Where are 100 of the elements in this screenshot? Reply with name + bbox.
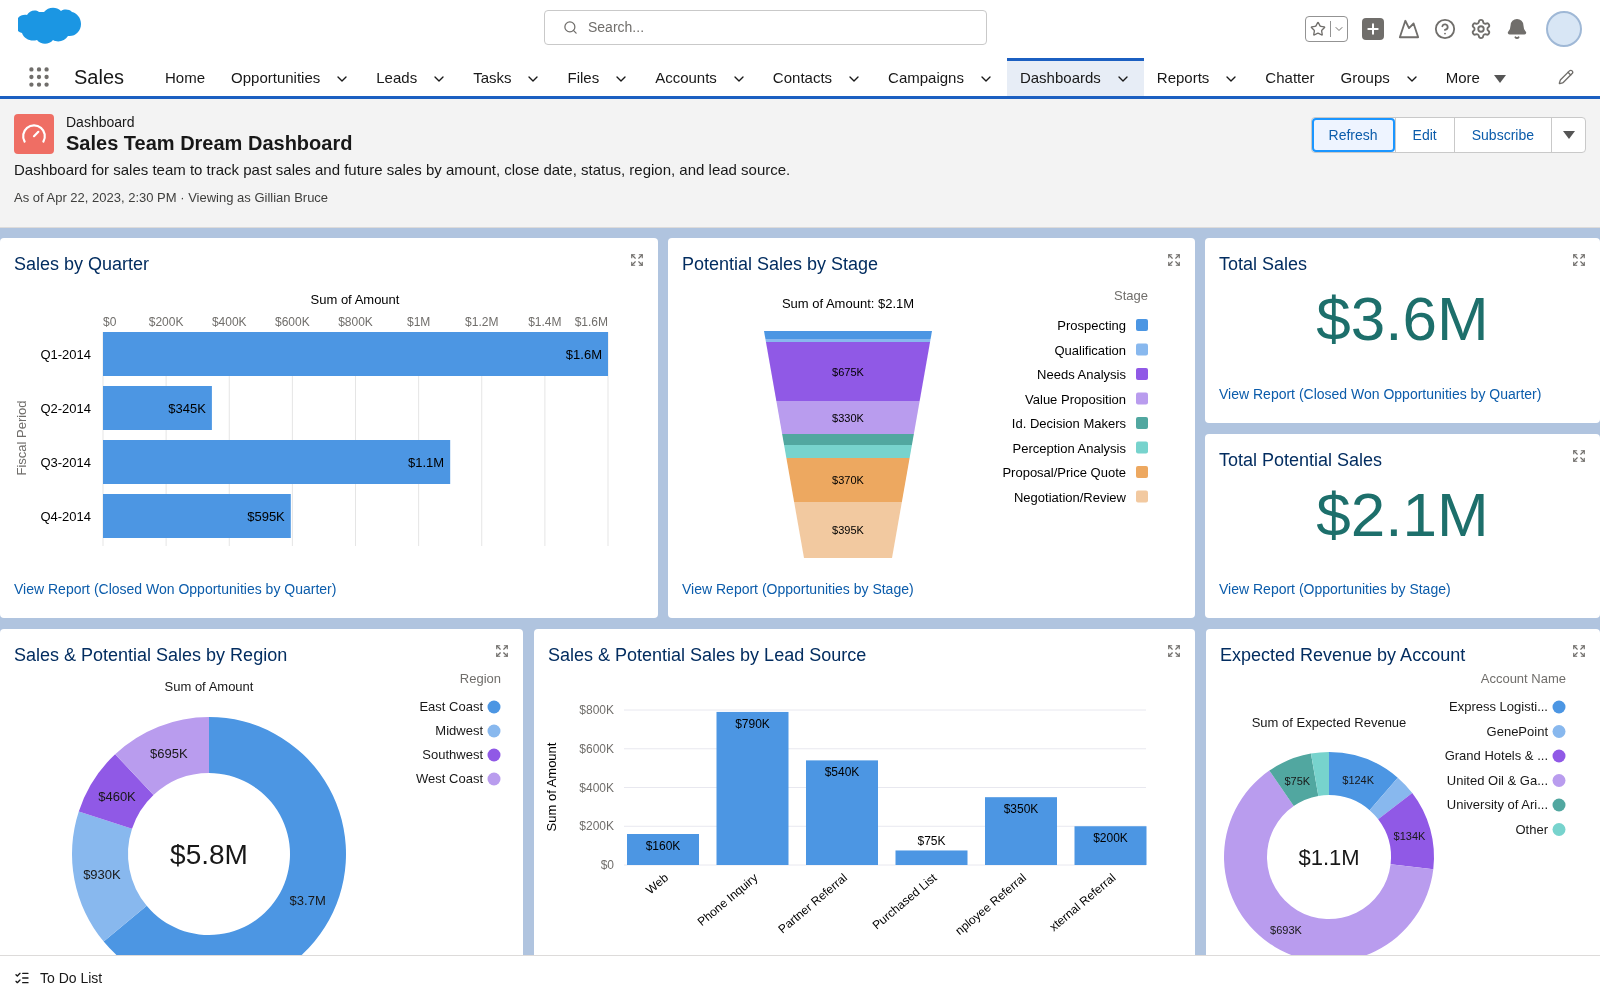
- legend-label: Southwest: [422, 747, 483, 762]
- slice-value-label: $124K: [1342, 773, 1375, 786]
- nav-tab[interactable]: Leads: [363, 58, 461, 96]
- favorites-button[interactable]: [1305, 16, 1348, 42]
- expand-icon[interactable]: [1167, 644, 1181, 658]
- nav-tab[interactable]: Groups: [1327, 58, 1433, 96]
- nav-tab[interactable]: Opportunities: [218, 58, 364, 96]
- nav-tab[interactable]: Accounts: [642, 58, 760, 96]
- nav-tab[interactable]: More: [1432, 58, 1519, 96]
- card-title: Sales & Potential Sales by Lead Source: [548, 644, 867, 667]
- help-icon[interactable]: [1434, 18, 1456, 40]
- slice-value-label: $3.7M: [289, 893, 326, 909]
- nav-tab[interactable]: Files: [554, 58, 643, 96]
- y-tick-label: $400K: [579, 780, 614, 795]
- task-list-icon: [14, 970, 30, 986]
- header-button[interactable]: Subscribe: [1453, 118, 1551, 152]
- edit-icon[interactable]: [1558, 69, 1574, 85]
- slice-value-label: $930K: [83, 867, 121, 883]
- as-of-text: As of Apr 22, 2023, 2:30 PM · Viewing as Gillian Bruce: [14, 188, 330, 207]
- segment-value-label: $330K: [832, 411, 864, 424]
- metric-value: $3.6M: [1315, 284, 1490, 354]
- legend-label: GenePoint: [1486, 723, 1548, 739]
- bar: [627, 834, 699, 865]
- donut-total: $1.1M: [1298, 844, 1360, 870]
- bar-value-label: $1.1M: [408, 455, 445, 470]
- nav-tab[interactable]: Dashboards: [1006, 58, 1144, 96]
- legend-label: West Coast: [416, 771, 483, 786]
- search-icon: [563, 20, 578, 35]
- legend-label: Value Proposition: [1025, 391, 1126, 407]
- caret-icon: [1493, 74, 1506, 83]
- x-tick-label: $1.4M: [528, 315, 562, 329]
- metric-value: $2.1M: [1315, 479, 1490, 550]
- category-label: Q3-2014: [40, 455, 91, 470]
- bar-value-label: $345K: [168, 401, 206, 416]
- legend-label: Id. Decision Makers: [1011, 416, 1126, 431]
- x-tick-label: $1M: [406, 315, 431, 329]
- legend-label: Grand Hotels & ...: [1444, 748, 1548, 763]
- add-icon[interactable]: [1362, 18, 1384, 40]
- legend-label: Negotiation/Review: [1014, 489, 1126, 505]
- card-title: Total Sales: [1219, 253, 1308, 276]
- view-report-link[interactable]: View Report (Opportunities by Stage): [1205, 579, 1600, 618]
- slice-value-label: $695K: [150, 745, 188, 761]
- bar-value-label: $540K: [824, 765, 860, 780]
- legend-label: Perception Analysis: [1012, 440, 1126, 456]
- legend-label: United Oil & Ga...: [1446, 772, 1548, 788]
- app-launcher-icon[interactable]: [26, 64, 52, 90]
- legend-label: University of Ari...: [1446, 797, 1548, 812]
- search-input[interactable]: Search...: [588, 17, 968, 38]
- x-tick-label: $0: [103, 315, 117, 329]
- nav-tab[interactable]: Reports: [1143, 58, 1253, 96]
- expand-icon[interactable]: [1572, 448, 1586, 463]
- nav-tab[interactable]: Home: [152, 58, 219, 96]
- nav-tab[interactable]: Tasks: [460, 58, 555, 96]
- card-title: Sales & Potential Sales by Region: [14, 644, 288, 667]
- category-label: Web: [643, 870, 671, 898]
- legend-label: Qualification: [1054, 342, 1126, 358]
- x-axis-title: Sum of Amount: [310, 292, 400, 307]
- expand-icon[interactable]: [1572, 644, 1586, 658]
- x-tick-label: $1.2M: [465, 315, 499, 329]
- search-field[interactable]: Search...: [544, 10, 987, 45]
- funnel-title: Sum of Amount: $2.1M: [781, 296, 915, 311]
- card-title: Sales by Quarter: [14, 253, 150, 276]
- nav-tab[interactable]: Chatter: [1252, 58, 1328, 96]
- header-button[interactable]: Refresh: [1311, 118, 1395, 152]
- view-report-link[interactable]: View Report (Opportunities by Stage): [668, 579, 1195, 618]
- page-title: Sales Team Dream Dashboard: [66, 131, 353, 155]
- header-button[interactable]: Edit: [1394, 118, 1454, 152]
- view-report-link[interactable]: View Report (Closed Won Opportunities by Quarter): [1205, 383, 1600, 423]
- bar-value-label: $200K: [1093, 831, 1128, 846]
- expand-icon[interactable]: [630, 253, 644, 267]
- to-do-list-button[interactable]: To Do List: [40, 967, 103, 989]
- x-tick-label: $800K: [338, 315, 373, 329]
- card-title: Expected Revenue by Account: [1220, 644, 1466, 667]
- chart-title: Sum of Expected Revenue: [1251, 715, 1407, 730]
- chart-title: Sum of Amount: [164, 679, 254, 694]
- y-tick-label: $0: [600, 858, 614, 872]
- bar-value-label: $790K: [735, 716, 770, 731]
- legend-title: Region: [459, 671, 501, 686]
- expand-icon[interactable]: [1572, 253, 1586, 267]
- mountain-icon[interactable]: [1398, 18, 1420, 40]
- settings-icon[interactable]: [1470, 18, 1492, 40]
- nav-tab[interactable]: Contacts: [759, 58, 876, 96]
- card-title: Total Potential Sales: [1219, 448, 1383, 472]
- legend-label: Proposal/Price Quote: [1002, 465, 1126, 480]
- bar-value-label: $160K: [645, 839, 681, 853]
- y-axis-title: Sum of Amount: [544, 742, 559, 832]
- notifications-icon[interactable]: [1506, 18, 1528, 40]
- legend-title: Stage: [1114, 288, 1148, 303]
- x-tick-label: $400K: [211, 315, 247, 329]
- x-tick-label: $1.6M: [574, 315, 608, 329]
- expand-icon[interactable]: [495, 644, 509, 658]
- x-tick-label: $600K: [275, 315, 310, 329]
- view-report-link[interactable]: View Report (Closed Won Opportunities by Quarter): [0, 579, 658, 618]
- nav-tab[interactable]: Campaigns: [875, 58, 1007, 96]
- expand-icon[interactable]: [1167, 253, 1181, 267]
- object-type: Dashboard: [66, 113, 136, 131]
- segment-value-label: $675K: [832, 365, 864, 378]
- y-tick-label: $800K: [579, 703, 614, 717]
- x-tick-label: $200K: [148, 315, 184, 329]
- slice-value-label: $134K: [1393, 829, 1426, 842]
